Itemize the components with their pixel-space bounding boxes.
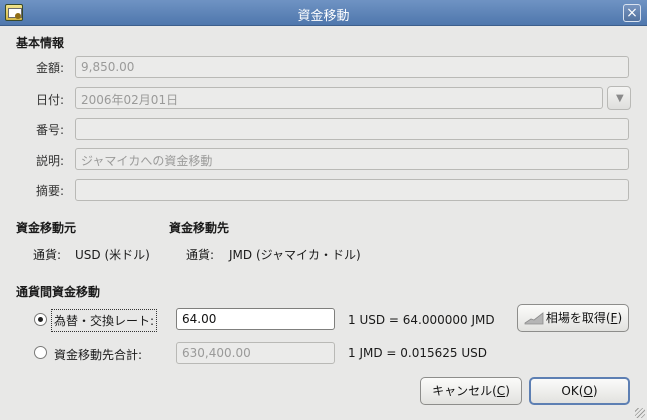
amount-label: 金額: xyxy=(35,61,64,75)
number-label: 番号: xyxy=(35,123,64,137)
date-field[interactable]: 2006年02月01日 xyxy=(75,87,603,109)
ok-suffix: ) xyxy=(592,384,598,398)
from-currency-label: 通貨: xyxy=(33,248,62,262)
title-bar[interactable]: 資金移動 × xyxy=(0,0,647,26)
exchange-rate-input[interactable]: 64.00 xyxy=(176,308,335,330)
ok-button[interactable]: OK(O) xyxy=(529,377,630,405)
to-currency-label: 通貨: xyxy=(186,248,215,262)
basic-info-heading: 基本情報 xyxy=(16,36,65,50)
destination-total-radio-label[interactable]: 資金移動先合計: xyxy=(54,346,142,363)
cancel-suffix: ) xyxy=(505,384,510,398)
destination-total-radio[interactable] xyxy=(34,346,47,359)
chevron-down-icon: ▼ xyxy=(616,93,624,104)
rate-info: 1 USD = 64.000000 JMD xyxy=(348,313,495,327)
fetch-rate-button[interactable]: 相場を取得(F) xyxy=(517,304,629,332)
memo-field[interactable] xyxy=(75,179,629,201)
to-currency-value: JMD (ジャマイカ・ドル) xyxy=(229,248,361,262)
exchange-heading: 通貨間資金移動 xyxy=(16,285,101,299)
exchange-rate-radio[interactable] xyxy=(34,313,47,326)
date-dropdown-button[interactable]: ▼ xyxy=(607,86,631,110)
fetch-rate-suffix: ) xyxy=(617,311,623,325)
cancel-mnemonic: C xyxy=(496,384,506,398)
date-label: 日付: xyxy=(35,93,64,107)
fetch-rate-label: 相場を取得( xyxy=(545,311,611,325)
reverse-rate-info: 1 JMD = 0.015625 USD xyxy=(348,346,487,360)
window-title: 資金移動 xyxy=(297,9,350,24)
exchange-rate-radio-label[interactable]: 為替・交換レート: xyxy=(51,309,158,332)
description-label: 説明: xyxy=(35,154,64,168)
from-currency-value: USD (米ドル) xyxy=(75,248,150,262)
ok-label: OK( xyxy=(561,384,584,398)
stock-chart-icon xyxy=(524,312,544,325)
transfer-from-heading: 資金移動元 xyxy=(16,221,77,235)
close-icon[interactable]: × xyxy=(623,4,641,22)
ok-mnemonic: O xyxy=(583,384,593,398)
resize-grip[interactable] xyxy=(635,408,645,418)
transfer-to-heading: 資金移動先 xyxy=(169,221,230,235)
destination-total-input[interactable]: 630,400.00 xyxy=(176,342,335,364)
number-field[interactable] xyxy=(75,118,629,140)
description-field[interactable]: ジャマイカへの資金移動 xyxy=(75,148,629,170)
memo-label: 摘要: xyxy=(35,184,64,198)
cancel-button[interactable]: キャンセル(C) xyxy=(420,377,522,405)
cancel-label: キャンセル( xyxy=(432,384,497,398)
amount-field[interactable]: 9,850.00 xyxy=(75,56,629,78)
